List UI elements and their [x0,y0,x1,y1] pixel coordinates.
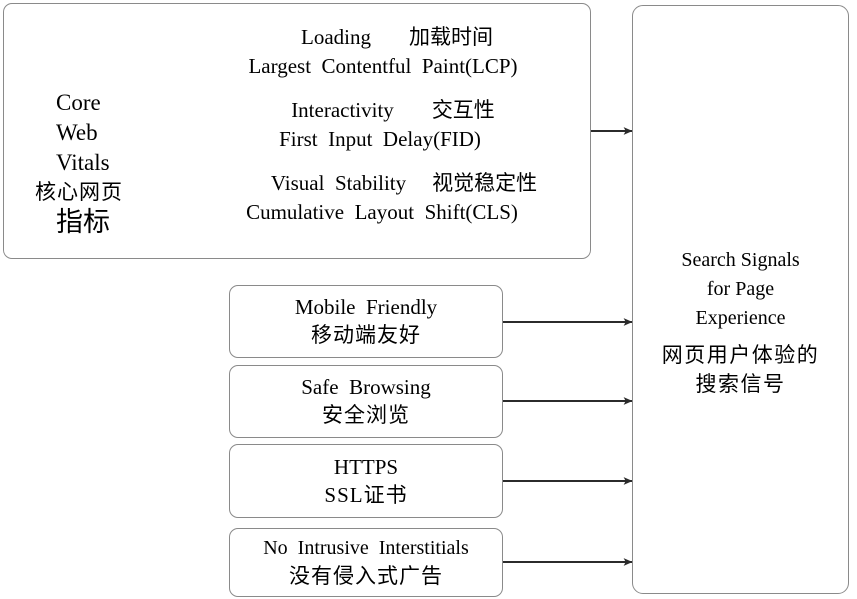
metric-aspect-loading-en: Loading [301,25,371,49]
core-web-vitals-label-zh-line1: 核心网页 [35,180,123,204]
core-web-vitals-label-zh-line2: 指标 [56,207,110,237]
core-web-vitals-box: Core Web Vitals 核心网页 指标 Loading 加载时间 Larg… [3,3,591,259]
core-web-vitals-label-en: Core Web Vitals [56,90,110,175]
signal-box-https: HTTPS SSL证书 [229,444,503,518]
signal-box-mobile-friendly: Mobile Friendly 移动端友好 [229,285,503,358]
signal-label-en-https: HTTPS [333,454,399,479]
outcome-text-group: Search Signals for Page Experience 网页用户体… [633,246,848,399]
metric-name-cls: Cumulative Layout Shift(CLS) [246,200,518,224]
outcome-label-zh: 网页用户体验的 搜索信号 [661,343,820,396]
metric-row-loading: Loading 加载时间 Largest Contentful Paint(LCP… [180,22,580,80]
metric-aspect-visual-stability-en: Visual Stability [270,171,407,195]
metric-aspect-interactivity: Interactivity 交互性 [180,95,580,125]
search-signals-outcome-box: Search Signals for Page Experience 网页用户体… [632,5,849,594]
metric-aspect-loading: Loading 加载时间 [180,22,580,52]
signal-label-en-no-intrusive-interstitials: No Intrusive Interstitials [263,537,469,559]
metric-aspect-visual-stability-zh: 视觉稳定性 [432,171,538,195]
metric-name-fid: First Input Delay(FID) [279,127,481,151]
metric-aspect-loading-zh: 加载时间 [408,25,493,49]
signal-label-zh-https: SSL证书 [324,482,408,507]
outcome-label-en: Search Signals for Page Experience [681,249,800,329]
metric-name-lcp: Largest Contentful Paint(LCP) [248,54,518,78]
signal-label-zh-safe-browsing: 安全浏览 [322,403,410,427]
signal-box-safe-browsing: Safe Browsing 安全浏览 [229,365,503,438]
core-web-vitals-label: Core Web Vitals 核心网页 指标 [34,88,194,238]
signal-label-zh-mobile-friendly: 移动端友好 [311,323,421,347]
page-experience-signals-diagram: Core Web Vitals 核心网页 指标 Loading 加载时间 Larg… [0,0,857,599]
metric-aspect-visual-stability: Visual Stability 视觉稳定性 [180,168,580,198]
signal-label-zh-no-intrusive-interstitials: 没有侵入式广告 [289,564,443,588]
metric-aspect-interactivity-zh: 交互性 [431,98,495,122]
signal-box-no-intrusive-interstitials: No Intrusive Interstitials 没有侵入式广告 [229,528,503,597]
metric-row-visual-stability: Visual Stability 视觉稳定性 Cumulative Layout … [180,168,580,226]
signal-label-en-safe-browsing: Safe Browsing [301,375,431,399]
signal-label-en-mobile-friendly: Mobile Friendly [294,295,438,319]
metric-aspect-interactivity-en: Interactivity [291,98,394,122]
core-web-vitals-metrics-list: Loading 加载时间 Largest Contentful Paint(LCP… [180,22,580,241]
metric-row-interactivity: Interactivity 交互性 First Input Delay(FID) [180,95,580,153]
